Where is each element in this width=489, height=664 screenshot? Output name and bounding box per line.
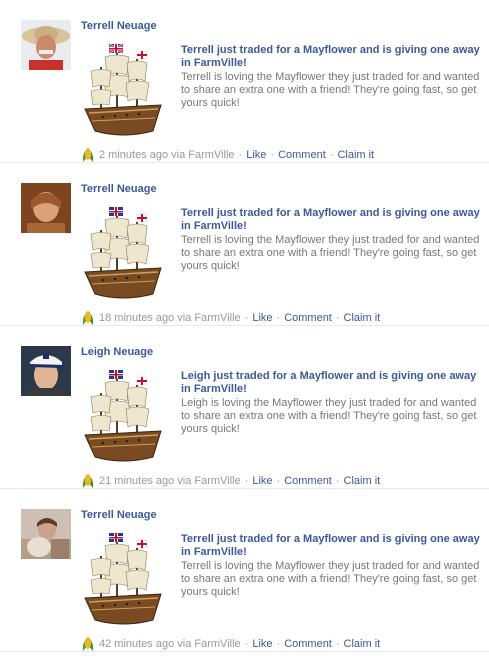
like-button[interactable]: Like xyxy=(252,475,272,487)
attachment-description: Terrell is loving the Mayflower they jus… xyxy=(181,234,480,272)
corn-icon xyxy=(81,310,95,326)
like-button[interactable]: Like xyxy=(246,149,266,161)
separator-dot: · xyxy=(244,638,249,650)
avatar-image xyxy=(21,346,71,396)
avatar[interactable] xyxy=(21,509,71,559)
separator-dot: · xyxy=(335,638,340,650)
comment-button[interactable]: Comment xyxy=(278,149,326,161)
story-timestamp[interactable]: 2 minutes ago xyxy=(99,149,168,161)
like-button[interactable]: Like xyxy=(252,312,272,324)
corn-icon xyxy=(81,636,95,652)
claim-it-link[interactable]: Claim it xyxy=(337,149,374,161)
avatar-image xyxy=(21,183,71,233)
mayflower-ship-icon[interactable] xyxy=(83,206,165,302)
mayflower-ship-icon[interactable] xyxy=(83,369,165,465)
avatar-image xyxy=(21,20,71,70)
corn-icon xyxy=(81,473,95,489)
separator-dot: · xyxy=(335,475,340,487)
attachment-description: Terrell is loving the Mayflower they jus… xyxy=(181,71,480,109)
feed-story: Terrell Neuage Terrell just traded for a… xyxy=(0,0,489,163)
attachment-title-link[interactable]: Leigh just traded for a Mayflower and is… xyxy=(181,370,481,396)
separator-dot: · xyxy=(335,312,340,324)
feed-story: Terrell Neuage Terrell just traded for a… xyxy=(0,489,489,652)
avatar[interactable] xyxy=(21,20,71,70)
avatar[interactable] xyxy=(21,183,71,233)
story-actor-link[interactable]: Terrell Neuage xyxy=(81,183,157,195)
via-app-link[interactable]: via FarmVille xyxy=(177,475,240,487)
story-meta: 42 minutes ago via FarmVille · Like · Co… xyxy=(81,636,380,652)
attachment-description: Terrell is loving the Mayflower they jus… xyxy=(181,560,480,598)
separator-dot: · xyxy=(329,149,334,161)
news-feed: Terrell Neuage Terrell just traded for a… xyxy=(0,0,489,652)
separator-dot: · xyxy=(276,475,281,487)
feed-story: Leigh Neuage Leigh just traded for a May… xyxy=(0,326,489,489)
attachment-title-link[interactable]: Terrell just traded for a Mayflower and … xyxy=(181,207,481,233)
attachment-description: Leigh is loving the Mayflower they just … xyxy=(181,397,477,435)
attachment-title-link[interactable]: Terrell just traded for a Mayflower and … xyxy=(181,44,481,70)
via-app-link[interactable]: via FarmVille xyxy=(177,312,240,324)
separator-dot: · xyxy=(238,149,243,161)
via-app-link[interactable]: via FarmVille xyxy=(171,149,234,161)
claim-it-link[interactable]: Claim it xyxy=(344,475,381,487)
story-actor-link[interactable]: Terrell Neuage xyxy=(81,20,157,32)
story-timestamp[interactable]: 42 minutes ago xyxy=(99,638,174,650)
avatar[interactable] xyxy=(21,346,71,396)
mayflower-ship-icon[interactable] xyxy=(83,43,165,139)
claim-it-link[interactable]: Claim it xyxy=(344,638,381,650)
mayflower-ship-icon[interactable] xyxy=(83,532,165,628)
corn-icon xyxy=(81,147,95,163)
story-timestamp[interactable]: 21 minutes ago xyxy=(99,475,174,487)
like-button[interactable]: Like xyxy=(252,638,272,650)
story-actor-link[interactable]: Leigh Neuage xyxy=(81,346,153,358)
comment-button[interactable]: Comment xyxy=(284,475,332,487)
story-meta: 2 minutes ago via FarmVille · Like · Com… xyxy=(81,147,374,163)
story-meta: 18 minutes ago via FarmVille · Like · Co… xyxy=(81,310,380,326)
comment-button[interactable]: Comment xyxy=(284,312,332,324)
separator-dot: · xyxy=(244,475,249,487)
story-meta: 21 minutes ago via FarmVille · Like · Co… xyxy=(81,473,380,489)
separator-dot: · xyxy=(276,638,281,650)
comment-button[interactable]: Comment xyxy=(284,638,332,650)
separator-dot: · xyxy=(244,312,249,324)
separator-dot: · xyxy=(270,149,275,161)
story-timestamp[interactable]: 18 minutes ago xyxy=(99,312,174,324)
separator-dot: · xyxy=(276,312,281,324)
feed-story: Terrell Neuage Terrell just traded for a… xyxy=(0,163,489,326)
via-app-link[interactable]: via FarmVille xyxy=(177,638,240,650)
avatar-image xyxy=(21,509,71,559)
story-actor-link[interactable]: Terrell Neuage xyxy=(81,509,157,521)
attachment-title-link[interactable]: Terrell just traded for a Mayflower and … xyxy=(181,533,481,559)
claim-it-link[interactable]: Claim it xyxy=(344,312,381,324)
